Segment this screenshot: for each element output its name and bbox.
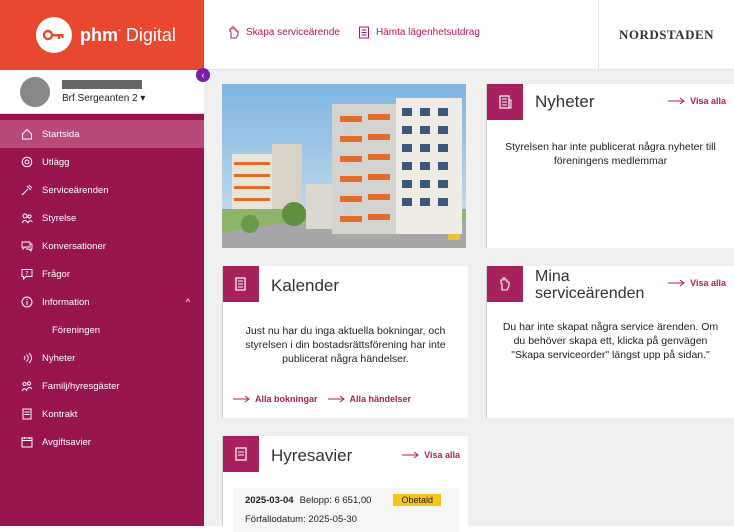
sidebar-item-konversationer[interactable]: Konversationer — [0, 232, 204, 260]
news-visa-alla-link[interactable]: Visa alla — [668, 96, 726, 106]
sidebar-item-label: Styrelse — [42, 212, 77, 224]
sidebar-item-label: Utlägg — [42, 156, 70, 168]
coin-icon — [20, 155, 34, 169]
sidebar-menu: Startsida Utlägg Serviceärenden Styrelse… — [0, 120, 204, 456]
invoice-date: 2025-03-04 — [245, 494, 294, 506]
sidebar-item-label: Startsida — [42, 128, 80, 140]
sidebar: Brf Sergeanten 2 ▾ Startsida Utlägg Serv… — [0, 70, 204, 526]
sidebar-item-kontrakt[interactable]: Kontrakt — [0, 400, 204, 428]
sidebar-item-familj-hyresgaster[interactable]: Familj/hyresgäster — [0, 372, 204, 400]
sidebar-item-label: Avgiftsavier — [42, 436, 91, 448]
all-events-label: Alla händelser — [349, 394, 412, 404]
sidebar-item-startsida[interactable]: Startsida — [0, 120, 204, 148]
invoices-visa-alla-label: Visa alla — [424, 450, 460, 460]
home-icon — [20, 127, 34, 141]
calendar-card-icon — [223, 266, 259, 302]
sidebar-item-label: Information — [42, 296, 90, 308]
apartment-extract-link[interactable]: Hämta lägenhetsutdrag — [358, 26, 480, 39]
apartment-extract-label: Hämta lägenhetsutdrag — [375, 27, 480, 38]
invoice-amount: Belopp: 6 651,00 — [299, 494, 372, 506]
chat-icon — [20, 239, 34, 253]
sidebar-item-nyheter[interactable]: Nyheter — [0, 344, 204, 372]
sidebar-item-fragor[interactable]: ? Frågor — [0, 260, 204, 288]
top-bar: phm° Digital Skapa serviceärende Hämta l… — [0, 0, 734, 70]
sidebar-item-foreningen[interactable]: Föreningen — [0, 316, 204, 344]
sidebar-item-information[interactable]: Information ^ — [0, 288, 204, 316]
brand-logo[interactable]: phm° Digital — [0, 0, 204, 70]
info-icon — [20, 295, 34, 309]
service-empty-text: Du har inte skapat några service ärenden… — [502, 321, 719, 361]
calendar-title: Kalender — [271, 276, 340, 295]
invoice-row[interactable]: 2025-03-04 Belopp: 6 651,00 Obetald Förf… — [233, 488, 459, 532]
status-badge: Obetald — [393, 494, 441, 506]
family-icon — [20, 379, 34, 393]
news-card: Nyheter Visa alla Styrelsen har inte pub… — [486, 84, 734, 248]
news-empty-text: Styrelsen har inte publicerat några nyhe… — [505, 141, 716, 167]
association-selector[interactable]: Brf Sergeanten 2 ▾ — [62, 93, 145, 104]
arrow-right-icon — [327, 395, 345, 403]
create-service-label: Skapa serviceärende — [246, 27, 340, 38]
sidebar-item-label: Föreningen — [52, 324, 101, 336]
news-icon — [20, 351, 34, 365]
all-events-link[interactable]: Alla händelser — [327, 394, 412, 404]
create-service-link[interactable]: Skapa serviceärende — [228, 26, 340, 39]
collapse-sidebar-button[interactable]: ‹ — [196, 68, 210, 82]
service-card-icon — [487, 266, 523, 302]
invoices-visa-alla-link[interactable]: Visa alla — [402, 450, 460, 460]
calendar-empty-text: Just nu har du inga aktuella bokningar, … — [245, 325, 446, 365]
group-icon — [20, 211, 34, 225]
partner-logo: NORDSTADEN — [598, 0, 734, 70]
sidebar-item-serviceärenden[interactable]: Serviceärenden — [0, 176, 204, 204]
sidebar-item-label: Serviceärenden — [42, 184, 109, 196]
question-icon: ? — [20, 267, 34, 281]
main-content: Nyheter Visa alla Styrelsen har inte pub… — [204, 70, 734, 532]
service-title-line1: Mina — [535, 268, 570, 285]
calendar-card: Kalender Just nu har du inga aktuella bo… — [222, 266, 468, 418]
contract-icon — [20, 407, 34, 421]
sidebar-item-label: Kontrakt — [42, 408, 78, 420]
sidebar-item-utlagg[interactable]: Utlägg — [0, 148, 204, 176]
brand-name: phm° Digital — [80, 24, 176, 45]
invoices-card: Hyresavier Visa alla 2025-03-04 Belopp: … — [222, 436, 468, 532]
arrow-right-icon — [668, 97, 685, 105]
key-icon — [36, 17, 72, 53]
invoices-card-icon — [223, 436, 259, 472]
service-card: Mina serviceärenden Visa alla Du har int… — [486, 266, 734, 418]
all-bookings-link[interactable]: Alla bokningar — [233, 394, 318, 404]
calendar-icon — [20, 435, 34, 449]
service-visa-alla-link[interactable]: Visa alla — [668, 278, 726, 288]
sidebar-item-avgiftsavier[interactable]: Avgiftsavier — [0, 428, 204, 456]
service-icon — [20, 183, 34, 197]
avatar — [20, 76, 50, 107]
svg-text:?: ? — [25, 270, 28, 277]
news-visa-alla-label: Visa alla — [690, 96, 726, 106]
building-photo — [222, 84, 466, 248]
redacted-user-name — [62, 79, 142, 89]
sidebar-item-styrelse[interactable]: Styrelse — [0, 204, 204, 232]
news-card-icon — [487, 84, 523, 120]
arrow-right-icon — [233, 395, 250, 403]
invoices-title: Hyresavier — [271, 446, 353, 465]
user-box[interactable]: Brf Sergeanten 2 ▾ — [0, 70, 204, 114]
service-title-line2: serviceärenden — [535, 285, 645, 302]
all-bookings-label: Alla bokningar — [255, 394, 318, 404]
sidebar-item-label: Familj/hyresgäster — [42, 380, 120, 392]
chevron-up-icon[interactable]: ^ — [186, 297, 190, 307]
news-title: Nyheter — [535, 92, 595, 111]
service-title: Mina serviceärenden — [535, 268, 644, 302]
arrow-right-icon — [402, 451, 419, 459]
sidebar-item-label: Frågor — [42, 268, 70, 280]
arrow-right-icon — [668, 279, 685, 287]
sidebar-item-label: Nyheter — [42, 352, 76, 364]
service-visa-alla-label: Visa alla — [690, 278, 726, 288]
document-icon — [358, 26, 369, 39]
sidebar-item-label: Konversationer — [42, 240, 106, 252]
hand-icon — [229, 26, 239, 39]
invoice-due-date: Förfallodatum: 2025-05-30 — [245, 514, 357, 525]
